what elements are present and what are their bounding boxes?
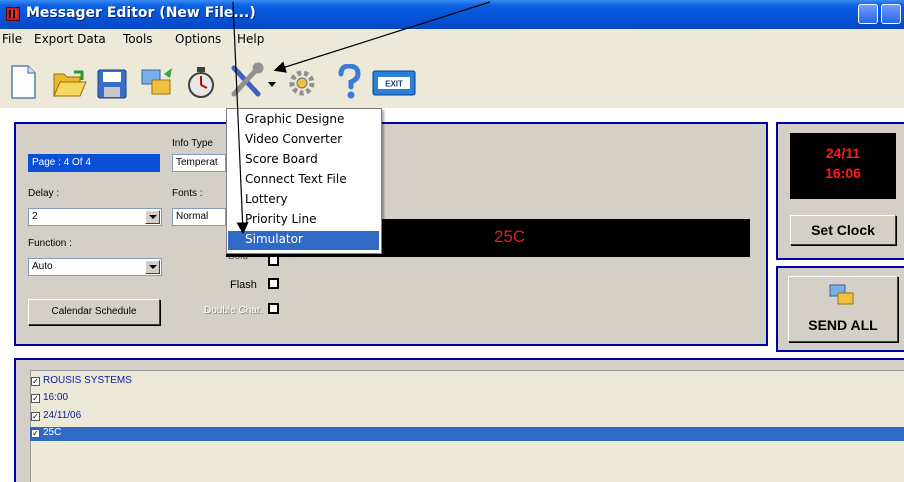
menu-item-connect-text-file[interactable]: Connect Text File (245, 172, 347, 186)
info-type-label: Info Type (172, 138, 213, 149)
delay-label: Delay : (28, 188, 60, 199)
settings-gear-icon[interactable] (284, 66, 320, 100)
menu-export-data[interactable]: Export Data (34, 32, 106, 46)
calendar-schedule-button[interactable]: Calendar Schedule (28, 299, 160, 325)
fonts-label: Fonts : (172, 188, 203, 199)
double-char-checkbox[interactable] (268, 303, 279, 314)
list-item-text: 25C (43, 427, 62, 438)
row-checkbox[interactable]: ✓ (31, 377, 40, 386)
window-title: Messager Editor (New File...) (26, 5, 256, 21)
menu-item-lottery[interactable]: Lottery (245, 192, 288, 206)
function-label: Function : (28, 238, 72, 249)
svg-text:EXIT: EXIT (385, 80, 403, 89)
flash-checkbox[interactable] (268, 278, 279, 289)
toolbar (0, 48, 904, 108)
set-clock-button[interactable]: Set Clock (790, 215, 896, 245)
send-all-label: SEND ALL (808, 317, 878, 333)
row-checkbox[interactable]: ✓ (31, 394, 40, 403)
timer-icon[interactable] (186, 64, 216, 100)
delay-value: 2 (32, 211, 38, 222)
minimize-button[interactable] (858, 4, 878, 24)
chevron-down-icon[interactable] (145, 210, 160, 224)
messenger-icon[interactable] (140, 66, 176, 100)
list-item-text: 24/11/06 (43, 410, 82, 421)
double-char-label: Double Char. (204, 305, 263, 316)
flash-label: Flash (230, 279, 257, 291)
chevron-down-icon[interactable] (145, 260, 160, 274)
info-type-select[interactable]: Temperat (172, 154, 226, 172)
function-select[interactable]: Auto (28, 258, 162, 276)
list-item-text: 16:00 (43, 392, 69, 403)
tools-icon[interactable] (228, 62, 264, 100)
menu-item-score-board[interactable]: Score Board (245, 152, 318, 166)
page-indicator[interactable]: Page : 4 Of 4 (28, 154, 160, 172)
maximize-button[interactable] (881, 4, 901, 24)
help-icon[interactable] (334, 64, 364, 100)
menu-item-graphic-designer[interactable]: Graphic Designe (245, 112, 344, 126)
menu-item-simulator[interactable]: Simulator (245, 232, 303, 246)
menu-item-video-converter[interactable]: Video Converter (245, 132, 342, 146)
list-item-text: ROUSIS SYSTEMS (43, 375, 132, 386)
menu-help[interactable]: Help (237, 32, 264, 46)
new-file-icon[interactable] (8, 64, 38, 100)
exit-icon[interactable]: EXIT (372, 70, 416, 96)
clock-date: 24/11 (825, 145, 861, 161)
menu-options[interactable]: Options (175, 32, 221, 46)
app-icon (6, 7, 20, 21)
dropdown-arrow-icon[interactable] (268, 80, 276, 88)
messages-list[interactable] (30, 370, 904, 482)
led-display-text: 25C (494, 227, 526, 246)
selected-row-highlight (30, 427, 904, 441)
row-checkbox[interactable]: ✓ (31, 429, 40, 438)
send-messenger-icon (829, 284, 854, 305)
function-value: Auto (32, 261, 53, 272)
open-folder-icon[interactable] (52, 68, 88, 100)
row-checkbox[interactable]: ✓ (31, 412, 40, 421)
fonts-select[interactable]: Normal (172, 208, 226, 226)
menu-item-priority-line[interactable]: Priority Line (245, 212, 317, 226)
save-disk-icon[interactable] (96, 68, 128, 100)
menu-file[interactable]: File (2, 32, 22, 46)
clock-time: 16:06 (825, 165, 861, 181)
delay-select[interactable]: 2 (28, 208, 162, 226)
menu-tools[interactable]: Tools (123, 32, 153, 46)
